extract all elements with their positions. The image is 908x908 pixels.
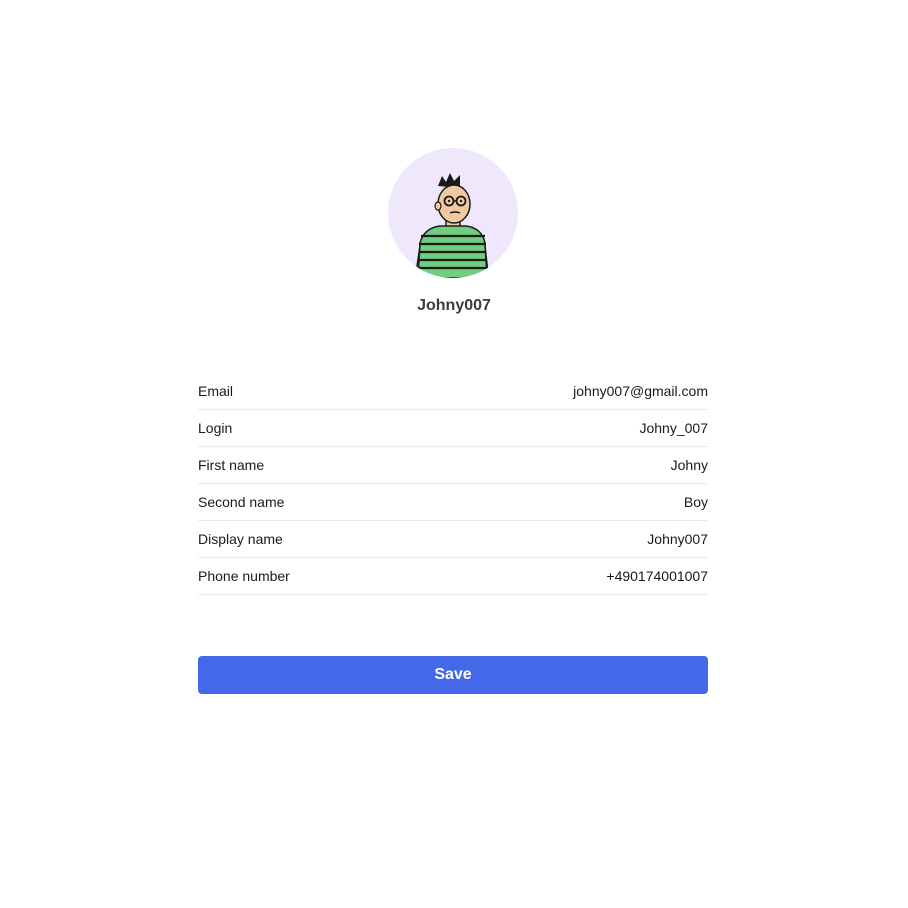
field-value[interactable]: Boy bbox=[684, 493, 708, 511]
field-value[interactable]: johny007@gmail.com bbox=[573, 382, 708, 400]
field-label: First name bbox=[198, 457, 265, 473]
field-value[interactable]: Johny bbox=[671, 456, 708, 474]
field-label: Email bbox=[198, 383, 234, 399]
field-label: Second name bbox=[198, 494, 285, 510]
field-label: Display name bbox=[198, 531, 283, 547]
field-row-first-name: First name Johny bbox=[198, 447, 708, 484]
field-row-display-name: Display name Johny007 bbox=[198, 521, 708, 558]
avatar[interactable] bbox=[388, 148, 518, 278]
cartoon-person-avatar-icon bbox=[415, 173, 489, 278]
field-row-phone-number: Phone number +490174001007 bbox=[198, 558, 708, 595]
field-value[interactable]: Johny_007 bbox=[639, 419, 708, 437]
field-value[interactable]: +490174001007 bbox=[606, 567, 708, 585]
field-label: Phone number bbox=[198, 568, 290, 584]
field-label: Login bbox=[198, 420, 233, 436]
save-button[interactable]: Save bbox=[198, 656, 708, 694]
field-value[interactable]: Johny007 bbox=[647, 530, 708, 548]
profile-page: Johny007 Email johny007@gmail.com Login … bbox=[0, 0, 908, 908]
field-row-second-name: Second name Boy bbox=[198, 484, 708, 521]
field-row-email: Email johny007@gmail.com bbox=[198, 373, 708, 410]
field-row-login: Login Johny_007 bbox=[198, 410, 708, 447]
profile-display-name: Johny007 bbox=[417, 297, 491, 314]
profile-fields-list: Email johny007@gmail.com Login Johny_007… bbox=[198, 373, 708, 595]
